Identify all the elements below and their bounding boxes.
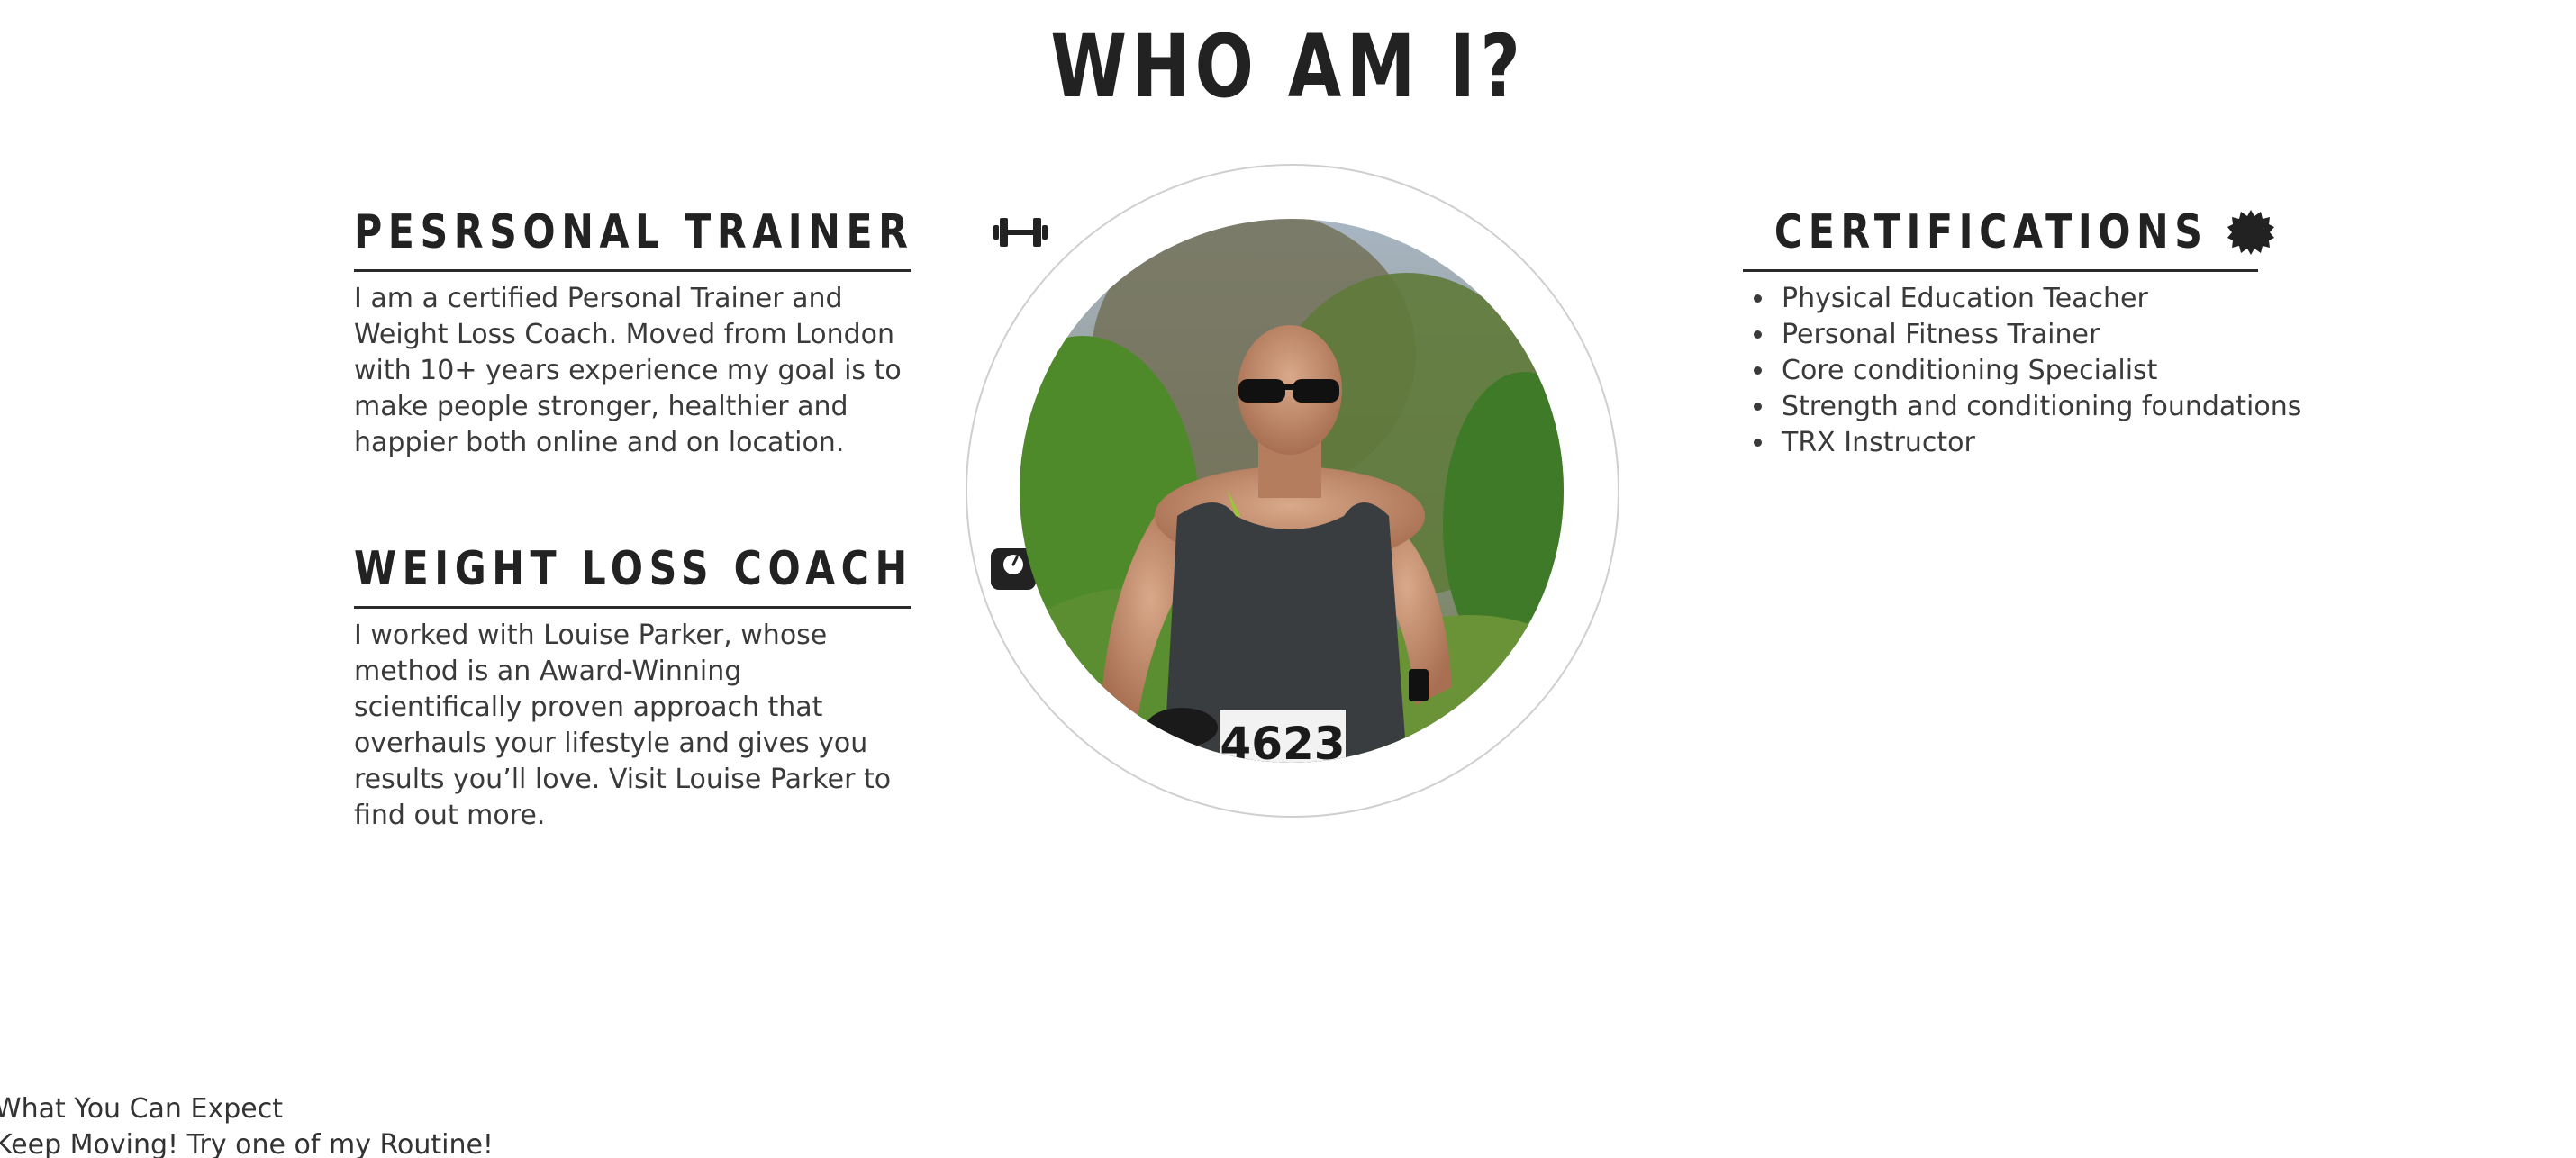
certifications-list: Physical Education Teacher Personal Fitn… [1738, 281, 2335, 461]
trainer-portrait: 4623 [1020, 219, 1564, 763]
weight-loss-coach-heading: WEIGHT LOSS COACH [354, 537, 1037, 609]
page-title: WHO AM I? [1050, 16, 1526, 117]
certification-item: Physical Education Teacher [1776, 281, 2335, 317]
personal-trainer-heading-text: PESRSONAL TRAINER [354, 204, 914, 259]
certifications-heading-text: CERTIFICATIONS [1774, 204, 2209, 259]
weight-loss-coach-heading-text: WEIGHT LOSS COACH [354, 541, 913, 596]
bib-number: 4623 [1220, 718, 1345, 763]
personal-trainer-heading: PESRSONAL TRAINER [354, 200, 1048, 272]
certification-item: TRX Instructor [1776, 425, 2335, 461]
about-page: WHO AM I? PESRSONAL TRAINER I am a certi… [0, 0, 2576, 1158]
certification-item: Core conditioning Specialist [1776, 353, 2335, 389]
keep-moving-routine-link[interactable]: Keep Moving! Try one of my Routine! [0, 1127, 494, 1158]
weight-loss-coach-description: I worked with Louise Parker, whose metho… [354, 620, 892, 831]
certification-item: Personal Fitness Trainer [1776, 317, 2335, 353]
what-you-can-expect-link[interactable]: What You Can Expect [0, 1091, 283, 1127]
personal-trainer-description: I am a certified Personal Trainer and We… [354, 283, 902, 458]
badge-icon [2227, 209, 2274, 256]
certifications-heading: CERTIFICATIONS [1743, 200, 2274, 272]
dumbbell-icon [992, 211, 1049, 254]
certification-item: Strength and conditioning foundations [1776, 389, 2335, 425]
